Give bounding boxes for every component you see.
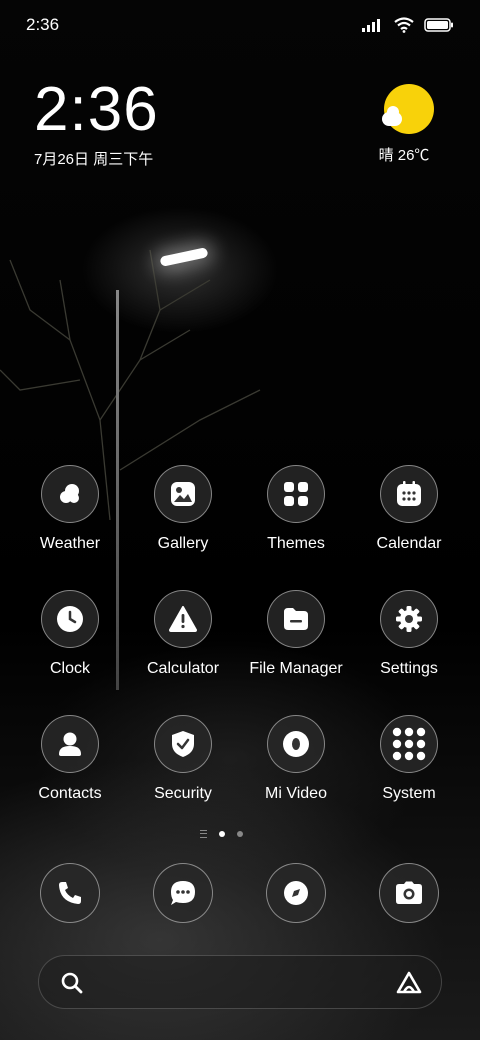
gear-icon [380,590,438,648]
app-label: File Manager [249,660,343,677]
app-label: Security [154,785,212,802]
page-dot-active [219,831,225,837]
app-themes[interactable]: Themes [241,465,351,553]
weather-text: 晴 26℃ [378,147,430,164]
page-dot [237,831,243,837]
app-label: System [382,785,436,802]
status-time: 2:36 [26,15,60,34]
app-drawer-indicator-icon [200,830,207,838]
app-security[interactable]: Security [128,715,238,803]
signal-icon [362,19,380,32]
clock-widget[interactable]: 2:36 7月26日 周三下午 [34,78,159,169]
app-weather[interactable]: Weather [15,465,125,553]
assistant-icon[interactable] [395,970,423,996]
app-label: Settings [380,660,438,677]
weather-widget[interactable]: 晴 26℃ [364,84,444,165]
calendar-icon [380,465,438,523]
themes-icon [267,465,325,523]
shield-icon [154,715,212,773]
battery-icon [424,18,453,32]
weather-icon [41,465,99,523]
app-label: Clock [49,660,90,677]
app-label: Calculator [146,660,220,677]
dock-messages[interactable] [153,863,213,923]
widget-time: 2:36 [34,75,159,144]
dock-browser[interactable] [266,863,326,923]
app-label: Mi Video [265,785,327,802]
app-settings[interactable]: Settings [354,590,464,678]
app-calendar[interactable]: Calendar [354,465,464,553]
app-label: Themes [267,535,325,552]
dock-phone[interactable] [40,863,100,923]
gallery-icon [154,465,212,523]
camera-icon [379,863,439,923]
app-calculator[interactable]: Calculator [128,590,238,678]
folder-icon [267,590,325,648]
search-bar[interactable] [38,955,442,1009]
compass-icon [266,863,326,923]
app-label: Gallery [157,535,209,552]
message-icon [153,863,213,923]
app-system-folder[interactable]: System [354,715,464,803]
app-label: Calendar [376,535,442,552]
status-icons [362,17,454,33]
app-mi-video[interactable]: Mi Video [241,715,351,803]
warning-icon [154,590,212,648]
status-bar: 2:36 [0,0,480,50]
search-icon [61,972,83,994]
sunny-icon [382,84,434,134]
dock-camera[interactable] [379,863,439,923]
person-icon [41,715,99,773]
widget-date: 7月26日 周三下午 [34,151,154,168]
app-gallery[interactable]: Gallery [128,465,238,553]
phone-icon [40,863,100,923]
app-contacts[interactable]: Contacts [15,715,125,803]
clock-icon [41,590,99,648]
app-clock[interactable]: Clock [15,590,125,678]
folder-grid-icon [380,715,438,773]
app-label: Contacts [38,785,102,802]
app-label: Weather [39,535,101,552]
app-file-manager[interactable]: File Manager [241,590,351,678]
wifi-icon [394,17,414,33]
page-indicator[interactable] [200,830,243,838]
play-icon [267,715,325,773]
